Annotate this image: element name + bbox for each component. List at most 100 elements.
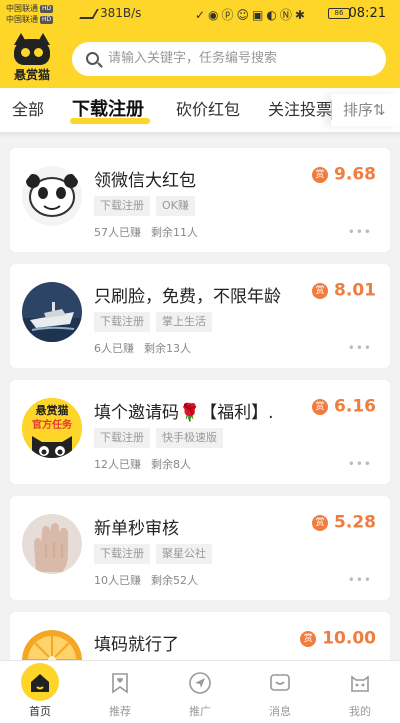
bottom-tab-bar: 首页 推荐 推广 消息 我的 xyxy=(0,660,400,723)
carrier-info: 中国联通 HD 中国联通 HD xyxy=(6,3,54,25)
task-avatar xyxy=(22,166,82,226)
task-stats: 57人已赚 剩余11人 xyxy=(94,224,198,240)
search-icon xyxy=(86,52,99,65)
tab-bargain-redpacket[interactable]: 砍价红包 xyxy=(176,88,240,132)
orange-slice-icon xyxy=(22,630,82,660)
reward-amount: 9.68 xyxy=(334,164,376,185)
hd-badge: HD xyxy=(40,4,54,13)
speed-text: 381B/s xyxy=(100,6,142,20)
reward-icon: 赏 xyxy=(312,166,329,183)
remaining-count: 剩余13人 xyxy=(144,342,191,355)
task-tags: 下载注册 快手极速版 xyxy=(94,426,229,448)
more-icon[interactable]: ••• xyxy=(348,226,372,238)
logo-text: 悬赏猫 xyxy=(13,68,50,82)
reward-amount: 5.28 xyxy=(334,512,376,533)
task-stats: 10人已赚 剩余52人 xyxy=(94,572,198,588)
tabbar-label: 推广 xyxy=(189,705,211,718)
task-card[interactable]: 悬赏猫 官方任务 填个邀请码🌹【福利】. 赏 6.16 下载注册 快手极速版 12人… xyxy=(10,380,390,484)
tabbar-item-promote[interactable]: 推广 xyxy=(160,661,240,723)
task-reward: 赏 6.16 xyxy=(312,396,376,417)
task-tag: 下载注册 xyxy=(94,428,150,448)
notification-icons: ✓◉ⓟ☺▣◐Ⓝ✱ xyxy=(195,8,308,22)
message-icon xyxy=(270,674,290,691)
hand-photo-icon xyxy=(22,514,82,574)
home-icon xyxy=(31,674,49,692)
reward-icon: 赏 xyxy=(312,282,329,299)
reward-icon: 赏 xyxy=(300,630,317,647)
tabbar-label: 推荐 xyxy=(109,705,131,718)
task-title: 填个邀请码🌹【福利】. xyxy=(94,403,274,423)
task-card[interactable]: 填码就行了 赏 10.00 xyxy=(10,612,390,660)
official-task-logo-icon: 悬赏猫 官方任务 xyxy=(22,398,82,458)
tabbar-label: 消息 xyxy=(269,705,291,718)
reward-amount: 8.01 xyxy=(334,280,376,301)
more-icon[interactable]: ••• xyxy=(348,458,372,470)
task-avatar xyxy=(22,282,82,342)
task-tag: 下载注册 xyxy=(94,312,150,332)
task-tag: 快手极速版 xyxy=(156,428,223,448)
tabbar-label: 我的 xyxy=(349,705,371,718)
battery-icon: 86 xyxy=(328,8,350,19)
reward-amount: 10.00 xyxy=(322,628,376,649)
carrier-2: 中国联通 xyxy=(6,15,38,24)
more-icon[interactable]: ••• xyxy=(348,342,372,354)
task-card[interactable]: 新单秒审核 赏 5.28 下载注册 聚星公社 10人已赚 剩余52人 ••• xyxy=(10,496,390,600)
search-input[interactable]: 请输入关键字，任务编号搜索 xyxy=(108,42,277,76)
tabbar-item-recommend[interactable]: 推荐 xyxy=(80,661,160,723)
tab-label: 关注投票 xyxy=(268,100,333,119)
task-title: 新单秒审核 xyxy=(94,519,179,539)
task-tag: OK赚 xyxy=(156,196,195,216)
tab-follow-vote[interactable]: 关注投票 xyxy=(268,88,332,132)
sort-label: 排序⇅ xyxy=(343,101,386,119)
task-tags: 下载注册 聚星公社 xyxy=(94,542,218,564)
task-tags: 下载注册 OK赚 xyxy=(94,194,201,216)
network-speed: 381B/s xyxy=(79,6,142,20)
task-avatar xyxy=(22,630,82,660)
task-reward: 赏 8.01 xyxy=(312,280,376,301)
task-tag: 下载注册 xyxy=(94,196,150,216)
tabbar-item-messages[interactable]: 消息 xyxy=(240,661,320,723)
hd-badge: HD xyxy=(40,15,54,24)
tab-all[interactable]: 全部 xyxy=(12,88,44,132)
yacht-photo-icon xyxy=(22,282,82,342)
tabbar-item-mine[interactable]: 我的 xyxy=(320,661,400,723)
task-tag: 聚星公社 xyxy=(156,544,212,564)
carrier-1: 中国联通 xyxy=(6,4,38,13)
app-header: 悬赏猫 请输入关键字，任务编号搜索 xyxy=(0,30,400,88)
task-avatar xyxy=(22,514,82,574)
sort-button[interactable]: 排序⇅ xyxy=(331,94,400,126)
task-card[interactable]: 领微信大红包 赏 9.68 下载注册 OK赚 57人已赚 剩余11人 ••• xyxy=(10,148,390,252)
reward-amount: 6.16 xyxy=(334,396,376,417)
task-card[interactable]: 只刷脸，免费，不限年龄 赏 8.01 下载注册 掌上生活 6人已赚 剩余13人 ••• xyxy=(10,264,390,368)
cat-eye-right xyxy=(34,48,43,57)
tab-download-register[interactable]: 下载注册 xyxy=(72,88,144,132)
battery-level: 86 xyxy=(334,9,344,17)
task-reward: 赏 5.28 xyxy=(312,512,376,533)
tab-label: 砍价红包 xyxy=(176,100,241,119)
earned-count: 12人已赚 xyxy=(94,458,141,471)
send-icon xyxy=(189,672,211,694)
app-logo[interactable]: 悬赏猫 xyxy=(10,33,54,83)
task-avatar: 悬赏猫 官方任务 xyxy=(22,398,82,458)
more-icon[interactable]: ••• xyxy=(348,574,372,586)
reward-icon: 赏 xyxy=(312,514,329,531)
reward-icon: 赏 xyxy=(312,398,329,415)
cat-logo-icon xyxy=(14,33,50,65)
task-tag: 下载注册 xyxy=(94,544,150,564)
avatar-text: 悬赏猫 xyxy=(35,403,69,417)
tabbar-item-home[interactable]: 首页 xyxy=(0,661,80,723)
clock: 08:21 xyxy=(348,6,386,21)
task-title: 只刷脸，免费，不限年龄 xyxy=(94,287,281,307)
task-list[interactable]: 领微信大红包 赏 9.68 下载注册 OK赚 57人已赚 剩余11人 ••• 只刷脸，… xyxy=(0,138,400,660)
task-stats: 12人已赚 剩余8人 xyxy=(94,456,191,472)
signal-icon xyxy=(79,8,99,19)
panda-meme-icon xyxy=(22,166,82,226)
tab-label: 下载注册 xyxy=(72,99,144,120)
category-tabs: 全部 下载注册 砍价红包 关注投票 排序⇅ xyxy=(0,88,400,132)
task-tags: 下载注册 掌上生活 xyxy=(94,310,218,332)
remaining-count: 剩余11人 xyxy=(151,226,198,239)
remaining-count: 剩余52人 xyxy=(151,574,198,587)
task-reward: 赏 9.68 xyxy=(312,164,376,185)
task-title: 填码就行了 xyxy=(94,635,179,655)
search-bar[interactable]: 请输入关键字，任务编号搜索 xyxy=(72,42,386,76)
